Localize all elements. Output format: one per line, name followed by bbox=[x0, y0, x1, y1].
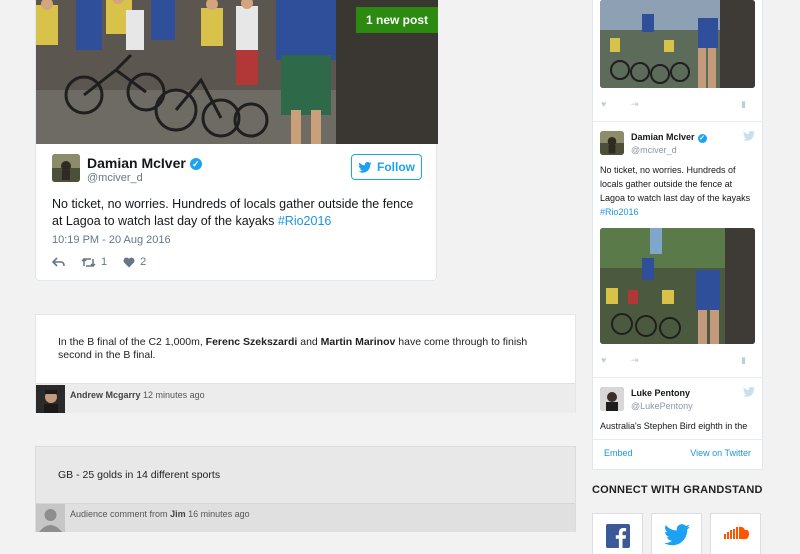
tweet-timestamp[interactable]: 10:19 PM - 20 Aug 2016 bbox=[52, 234, 171, 246]
tweet-header: Damian McIver ✓ @mciver_d Follow bbox=[52, 154, 422, 184]
retweet-icon bbox=[81, 257, 96, 267]
retweet-count: 1 bbox=[101, 256, 108, 268]
twitter-timeline: ♥ ⇥ ▮ Damian McIver ✓ @mciver_d No ticket… bbox=[592, 0, 763, 470]
divider bbox=[593, 121, 762, 122]
comment-time: 16 minutes ago bbox=[188, 509, 250, 519]
comment-footer: Audience comment from Jim 16 minutes ago bbox=[36, 503, 575, 532]
soundcloud-icon bbox=[723, 526, 749, 539]
author-handle[interactable]: @LukePentony bbox=[631, 401, 693, 411]
share-icon[interactable]: ⇥ bbox=[631, 355, 639, 366]
live-blog-post: In the B final of the C2 1,000m, Ferenc … bbox=[35, 314, 576, 413]
author-name[interactable]: Damian McIver ✓ bbox=[87, 155, 202, 171]
author-name-text: Damian McIver bbox=[87, 155, 186, 171]
like-count: 2 bbox=[140, 256, 147, 268]
post-meta: Andrew Mcgarry 12 minutes ago bbox=[70, 390, 205, 400]
hashtag-link[interactable]: #Rio2016 bbox=[278, 214, 332, 228]
post-text-part: and bbox=[297, 336, 321, 348]
like-button[interactable]: 2 bbox=[123, 256, 146, 268]
comment-text: GB - 25 golds in 14 different sports bbox=[58, 469, 221, 481]
social-links bbox=[592, 513, 761, 554]
divider bbox=[593, 377, 762, 378]
new-post-badge[interactable]: 1 new post bbox=[355, 7, 438, 33]
facebook-icon bbox=[605, 524, 630, 548]
post-text-part: In the B final of the C2 1,000m, bbox=[58, 336, 206, 348]
tweet-actions: 1 2 bbox=[52, 256, 146, 268]
author-name[interactable]: Luke Pentony bbox=[631, 388, 690, 398]
share-icon[interactable]: ⇥ bbox=[631, 99, 639, 110]
author-name-text: Damian McIver bbox=[631, 132, 695, 142]
crowd-photo bbox=[600, 228, 755, 344]
follow-label: Follow bbox=[377, 160, 415, 174]
athlete-name: Martin Marinov bbox=[320, 336, 396, 348]
reply-icon bbox=[52, 256, 65, 267]
author-handle[interactable]: @mciver_d bbox=[631, 145, 677, 155]
author-avatar[interactable] bbox=[600, 387, 624, 411]
heart-icon[interactable]: ♥ bbox=[601, 99, 606, 109]
comment-meta: Audience comment from Jim 16 minutes ago bbox=[70, 509, 250, 519]
post-text: In the B final of the C2 1,000m, Ferenc … bbox=[58, 336, 558, 362]
timeline-footer: Embed View on Twitter bbox=[593, 439, 762, 469]
comment-author: Jim bbox=[170, 509, 186, 519]
retweet-button[interactable]: 1 bbox=[81, 256, 107, 268]
follow-button[interactable]: Follow bbox=[351, 154, 422, 180]
timeline-tweet-header: Damian McIver ✓ @mciver_d bbox=[600, 131, 755, 157]
author-avatar[interactable] bbox=[52, 154, 80, 182]
post-time: 12 minutes ago bbox=[143, 390, 205, 400]
stats-icon[interactable]: ▮ bbox=[741, 355, 746, 366]
twitter-bird-icon[interactable] bbox=[743, 131, 755, 141]
timeline-photo[interactable] bbox=[600, 0, 755, 88]
audience-comment: GB - 25 golds in 14 different sports Aud… bbox=[35, 446, 576, 532]
comment-label: Audience comment from bbox=[70, 509, 168, 519]
crowd-photo bbox=[600, 0, 755, 88]
tweet-body: No ticket, no worries. Hundreds of local… bbox=[52, 196, 422, 230]
embed-link[interactable]: Embed bbox=[604, 448, 633, 458]
author-avatar bbox=[36, 385, 65, 413]
athlete-name: Ferenc Szekszardi bbox=[205, 336, 298, 348]
author-photo bbox=[36, 385, 65, 413]
stats-icon[interactable]: ▮ bbox=[741, 99, 746, 110]
view-on-twitter-link[interactable]: View on Twitter bbox=[690, 448, 751, 458]
author-name[interactable]: Damian McIver ✓ bbox=[631, 132, 707, 143]
author-avatar[interactable] bbox=[600, 131, 624, 155]
facebook-button[interactable] bbox=[592, 513, 643, 554]
avatar-image bbox=[600, 131, 624, 155]
timeline-tweet-header: Luke Pentony @LukePentony bbox=[600, 387, 755, 413]
verified-icon: ✓ bbox=[697, 134, 707, 143]
tweet-actions: ♥ ⇥ ▮ bbox=[601, 355, 751, 367]
tweet-actions: ♥ ⇥ ▮ bbox=[601, 99, 751, 111]
author-handle[interactable]: @mciver_d bbox=[87, 172, 143, 184]
tweet-text: No ticket, no worries. Hundreds of local… bbox=[52, 197, 414, 228]
tweet-photo[interactable]: 1 new post bbox=[36, 0, 438, 144]
reply-button[interactable] bbox=[52, 256, 65, 268]
timeline-photo[interactable] bbox=[600, 228, 755, 344]
soundcloud-button[interactable] bbox=[710, 513, 761, 554]
twitter-icon bbox=[663, 524, 690, 546]
timeline-tweet-text: No ticket, no worries. Hundreds of local… bbox=[600, 163, 755, 219]
connect-heading: CONNECT WITH GRANDSTAND bbox=[592, 484, 763, 496]
user-silhouette-icon bbox=[36, 504, 65, 532]
twitter-bird-icon bbox=[358, 161, 372, 173]
post-footer: Andrew Mcgarry 12 minutes ago bbox=[36, 383, 575, 413]
post-author: Andrew Mcgarry bbox=[70, 390, 141, 400]
hashtag-link[interactable]: #Rio2016 bbox=[600, 207, 639, 217]
verified-icon: ✓ bbox=[189, 158, 202, 170]
heart-icon[interactable]: ♥ bbox=[601, 355, 606, 365]
heart-icon bbox=[123, 257, 135, 267]
twitter-button[interactable] bbox=[651, 513, 702, 554]
default-avatar bbox=[36, 504, 65, 532]
avatar-image bbox=[600, 387, 624, 411]
embedded-tweet: 1 new post Damian McIver ✓ @mciver_d Foll… bbox=[35, 0, 438, 281]
timeline-tweet-text: Australia's Stephen Bird eighth in the bbox=[600, 421, 748, 431]
tweet-text: No ticket, no worries. Hundreds of local… bbox=[600, 165, 751, 203]
twitter-bird-icon[interactable] bbox=[743, 387, 755, 397]
avatar-image bbox=[52, 154, 80, 182]
